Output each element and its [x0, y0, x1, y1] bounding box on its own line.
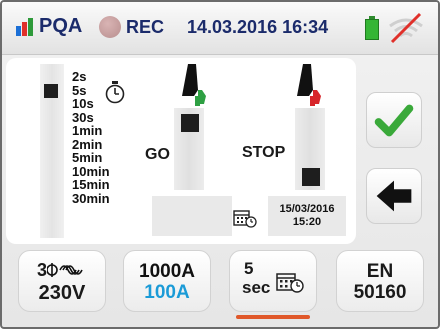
- standard-prefix: EN: [366, 261, 394, 282]
- checkmark-icon: [374, 104, 414, 137]
- clamp-range: 100A: [144, 282, 190, 303]
- tab-standard[interactable]: EN 50160: [336, 250, 424, 312]
- stop-date-field[interactable]: 15/03/2016 15:20: [268, 196, 346, 236]
- phase-line: 3: [19, 260, 105, 281]
- interval-option[interactable]: 15min: [72, 178, 110, 192]
- go-slider-knob[interactable]: [181, 114, 199, 132]
- recording-settings-panel: 2s 5s 10s 30s 1min 2min 5min 10min 15min…: [6, 58, 356, 244]
- device-screen: PQA REC 14.03.2016 16:34 2s 5s 10s 30s 1…: [0, 0, 440, 329]
- rec-label: REC: [126, 17, 165, 37]
- back-button[interactable]: [366, 168, 422, 224]
- wifi-disabled-icon: [389, 12, 423, 44]
- three-phase-icon: [46, 263, 83, 277]
- interval-option[interactable]: 2min: [72, 137, 110, 152]
- pointing-hand-red-icon: [297, 64, 321, 106]
- tab-integration-period[interactable]: 5 sec: [229, 250, 317, 312]
- interval-option[interactable]: 10min: [72, 164, 110, 179]
- stop-slider-knob[interactable]: [302, 168, 320, 186]
- record-dot-icon[interactable]: [99, 16, 121, 38]
- period-value: 5: [244, 259, 254, 278]
- active-tab-indicator: [236, 315, 310, 319]
- pointing-hand-green-icon: [182, 64, 206, 106]
- interval-option[interactable]: 1min: [72, 124, 110, 138]
- clamp-full-scale: 1000A: [139, 261, 195, 282]
- phase-count: 3: [36, 260, 47, 280]
- go-label: GO: [145, 146, 170, 163]
- battery-icon: [365, 16, 379, 40]
- datetime: 14.03.2016 16:34: [187, 17, 329, 37]
- go-date-field[interactable]: [152, 196, 232, 236]
- stop-time: 15:20: [292, 216, 322, 228]
- interval-slider-knob[interactable]: [44, 84, 58, 98]
- confirm-button[interactable]: [366, 92, 422, 148]
- calendar-clock-icon: [233, 210, 257, 228]
- stop-label: STOP: [242, 144, 286, 161]
- bar-chart-logo-icon: [16, 18, 34, 36]
- standard-number: 50160: [353, 282, 407, 303]
- app-label: PQA: [39, 15, 83, 37]
- status-bar: PQA REC 14.03.2016 16:34: [2, 2, 438, 55]
- tab-system-type[interactable]: 3 230V: [18, 250, 106, 312]
- tab-current-clamp[interactable]: 1000A 100A: [123, 250, 211, 312]
- interval-option[interactable]: 5min: [72, 151, 110, 165]
- period-unit: sec: [242, 278, 271, 297]
- interval-option[interactable]: 30s: [72, 110, 110, 125]
- stopwatch-icon: [105, 81, 125, 104]
- calendar-clock-icon: [276, 273, 304, 293]
- interval-option[interactable]: 30min: [72, 191, 110, 206]
- back-arrow-icon: [376, 180, 412, 212]
- stop-date: 15/03/2016: [279, 203, 335, 215]
- nominal-voltage: 230V: [38, 282, 86, 304]
